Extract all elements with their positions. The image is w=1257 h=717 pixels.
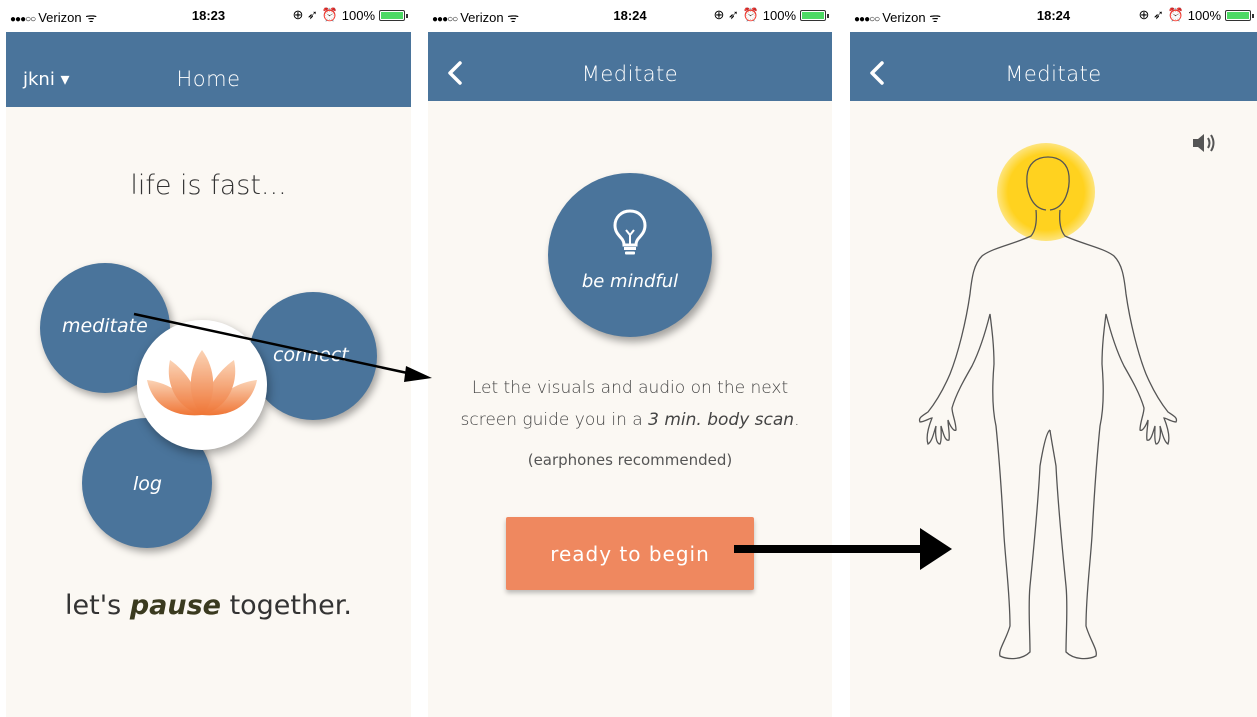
lotus-logo (137, 320, 267, 450)
nav-bar: jkni ▾ Home (6, 32, 411, 107)
battery-percent: 100% (762, 7, 796, 23)
instruction-text: Let the visuals and audio on the next sc… (460, 378, 800, 430)
connect-label: connect (273, 344, 349, 366)
meditate-intro-screen: ●●●○○ Verizon ᯤ 18:24 ⊕ ➶ ⏰ 100% Meditate… (428, 0, 832, 717)
location-icon: ⊕ ➶ ⏰ (713, 7, 759, 22)
earphones-note: (earphones recommended) (527, 451, 733, 469)
status-bar: ●●●○○ Verizon ᯤ 18:23 ⊕ ➶ ⏰ 100% (6, 0, 411, 32)
home-screen: ●●●○○ Verizon ᯤ 18:23 ⊕ ➶ ⏰ 100% jkni ▾ H… (6, 0, 411, 717)
connect-button[interactable]: connect (249, 292, 377, 420)
be-mindful-label: be mindful (581, 271, 679, 292)
be-mindful-badge: be mindful (548, 173, 712, 337)
body-scan-screen: ●●●○○ Verizon ᯤ 18:24 ⊕ ➶ ⏰ 100% Meditate (850, 0, 1257, 717)
battery-icon (379, 9, 408, 21)
log-label: log (133, 473, 162, 495)
headline: life is fast... (130, 170, 287, 201)
status-bar: ●●●○○ Verizon ᯤ 18:24 ⊕ ➶ ⏰ 100% (850, 0, 1257, 32)
page-title: Meditate (581, 62, 679, 86)
meditate-label: meditate (62, 315, 148, 337)
battery-icon (800, 9, 829, 21)
lotus-icon (147, 350, 257, 416)
battery-percent: 100% (1187, 7, 1221, 23)
ready-to-begin-button[interactable]: ready to begin (506, 517, 754, 590)
nav-bar: Meditate (850, 32, 1257, 101)
page-title: Home (176, 67, 241, 91)
body-outline-icon (918, 156, 1178, 660)
battery-icon (1225, 9, 1254, 21)
location-icon: ⊕ ➶ ⏰ (292, 7, 338, 22)
nav-bar: Meditate (428, 32, 832, 101)
status-bar: ●●●○○ Verizon ᯤ 18:24 ⊕ ➶ ⏰ 100% (428, 0, 832, 32)
battery-percent: 100% (341, 7, 375, 23)
tagline-emphasis: pause (129, 590, 221, 621)
tagline: let's pause together. (65, 590, 352, 621)
page-title: Meditate (1005, 62, 1102, 86)
lightbulb-icon (613, 209, 647, 255)
location-icon: ⊕ ➶ ⏰ (1138, 7, 1184, 22)
